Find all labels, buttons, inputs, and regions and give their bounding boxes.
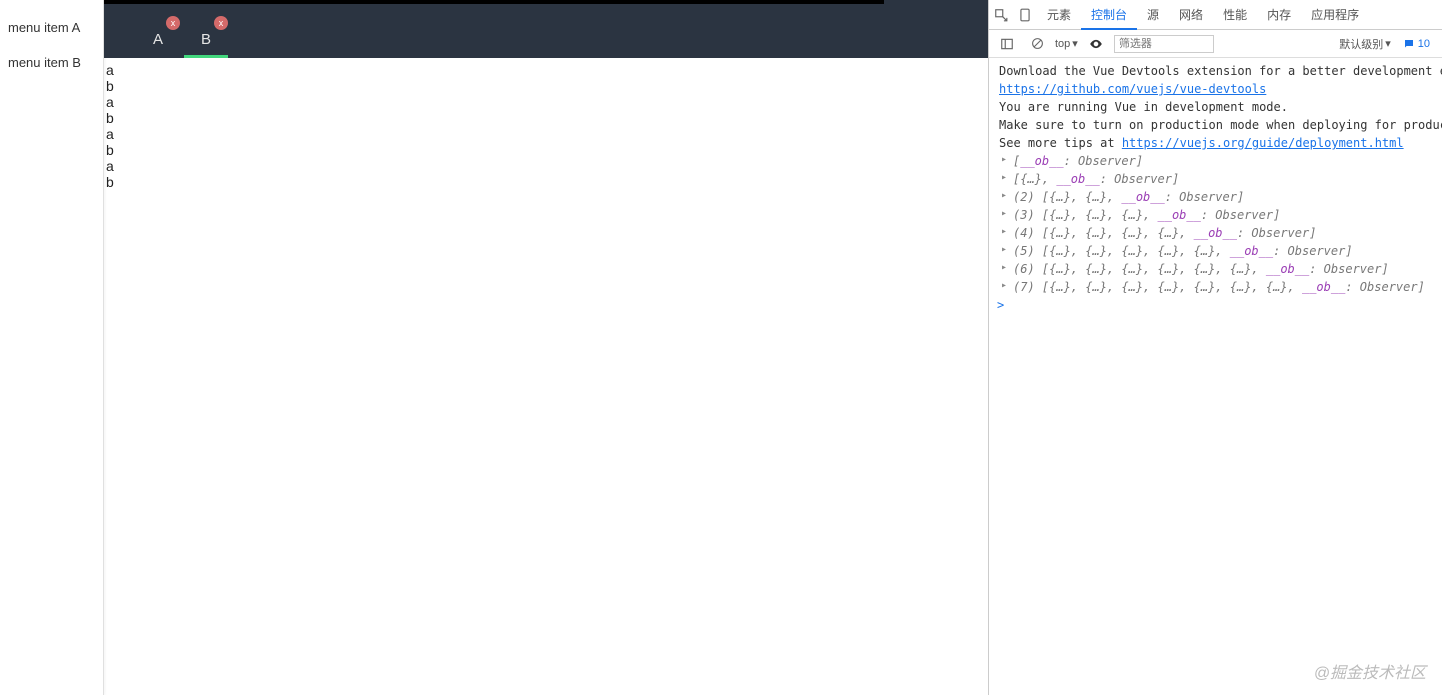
devtools-tab[interactable]: 网络 [1169,0,1213,30]
content-line: a [106,62,986,78]
tab-bar: A x B x [104,0,988,58]
content-line: b [106,110,986,126]
devtools-panel: 元素控制台源网络性能内存应用程序 top ▾ 默认级别 ▾ 10 Downloa… [988,0,1442,695]
context-label: top [1055,38,1070,50]
message-count[interactable]: 10 [1397,38,1436,50]
sidebar-item-b[interactable]: menu item B [0,45,103,80]
tab-label: A [153,31,163,48]
content-line: b [106,142,986,158]
console-object[interactable]: (3) [{…}, {…}, {…}, __ob__: Observer] [989,206,1442,224]
tab-label: B [201,31,211,48]
close-icon[interactable]: x [166,16,180,30]
sidebar-toggle-icon[interactable] [995,33,1019,55]
console-object[interactable]: [{…}, __ob__: Observer] [989,170,1442,188]
devtools-tab[interactable]: 内存 [1257,0,1301,30]
sidebar-item-a[interactable]: menu item A [0,10,103,45]
context-selector[interactable]: top ▾ [1055,37,1078,50]
chevron-down-icon: ▾ [1072,37,1078,50]
console-object[interactable]: (6) [{…}, {…}, {…}, {…}, {…}, {…}, __ob_… [989,260,1442,278]
content-line: a [106,94,986,110]
console-prompt[interactable]: > [989,296,1442,314]
close-icon[interactable]: x [214,16,228,30]
clear-icon[interactable] [1025,33,1049,55]
console-message: Download the Vue Devtools extension for … [989,62,1442,80]
filter-input[interactable] [1114,35,1214,53]
console-message: https://github.com/vuejs/vue-devtools [989,80,1442,98]
eye-icon[interactable] [1084,33,1108,55]
tab-b[interactable]: B x [182,20,230,58]
console-object[interactable]: (5) [{…}, {…}, {…}, {…}, {…}, __ob__: Ob… [989,242,1442,260]
console-link[interactable]: https://vuejs.org/guide/deployment.html [1122,136,1404,150]
devtools-tab[interactable]: 性能 [1213,0,1257,30]
device-icon[interactable] [1013,4,1037,26]
watermark: @掘金技术社区 [1314,659,1426,683]
console-toolbar: top ▾ 默认级别 ▾ 10 [989,30,1442,58]
console-message: See more tips at https://vuejs.org/guide… [989,134,1442,152]
console-message: You are running Vue in development mode. [989,98,1442,116]
log-text: See more tips at [999,136,1122,150]
content-area: abababab [104,58,988,194]
devtools-tabs: 元素控制台源网络性能内存应用程序 [989,0,1442,30]
console-object[interactable]: [__ob__: Observer] [989,152,1442,170]
devtools-tab[interactable]: 元素 [1037,0,1081,30]
console-object[interactable]: (7) [{…}, {…}, {…}, {…}, {…}, {…}, {…}, … [989,278,1442,296]
console-object[interactable]: (2) [{…}, {…}, __ob__: Observer] [989,188,1442,206]
devtools-tab[interactable]: 源 [1137,0,1169,30]
devtools-tab[interactable]: 应用程序 [1301,0,1369,30]
devtools-tab[interactable]: 控制台 [1081,0,1137,30]
main-area: A x B x abababab [104,0,988,695]
sidebar: menu item A menu item B [0,0,104,695]
tab-a[interactable]: A x [134,20,182,58]
content-line: b [106,174,986,190]
content-line: a [106,158,986,174]
log-level-selector[interactable]: 默认级别 ▾ [1339,36,1391,52]
level-label: 默认级别 [1339,36,1383,52]
count-value: 10 [1418,38,1430,50]
inspect-icon[interactable] [989,4,1013,26]
chevron-down-icon: ▾ [1385,37,1391,50]
console-object[interactable]: (4) [{…}, {…}, {…}, {…}, __ob__: Observe… [989,224,1442,242]
content-line: b [106,78,986,94]
console-output: Download the Vue Devtools extension for … [989,58,1442,695]
content-line: a [106,126,986,142]
console-message: Make sure to turn on production mode whe… [989,116,1442,134]
log-text: Download the Vue Devtools extension for … [999,64,1442,78]
message-icon [1403,38,1415,50]
console-link[interactable]: https://github.com/vuejs/vue-devtools [999,82,1266,96]
